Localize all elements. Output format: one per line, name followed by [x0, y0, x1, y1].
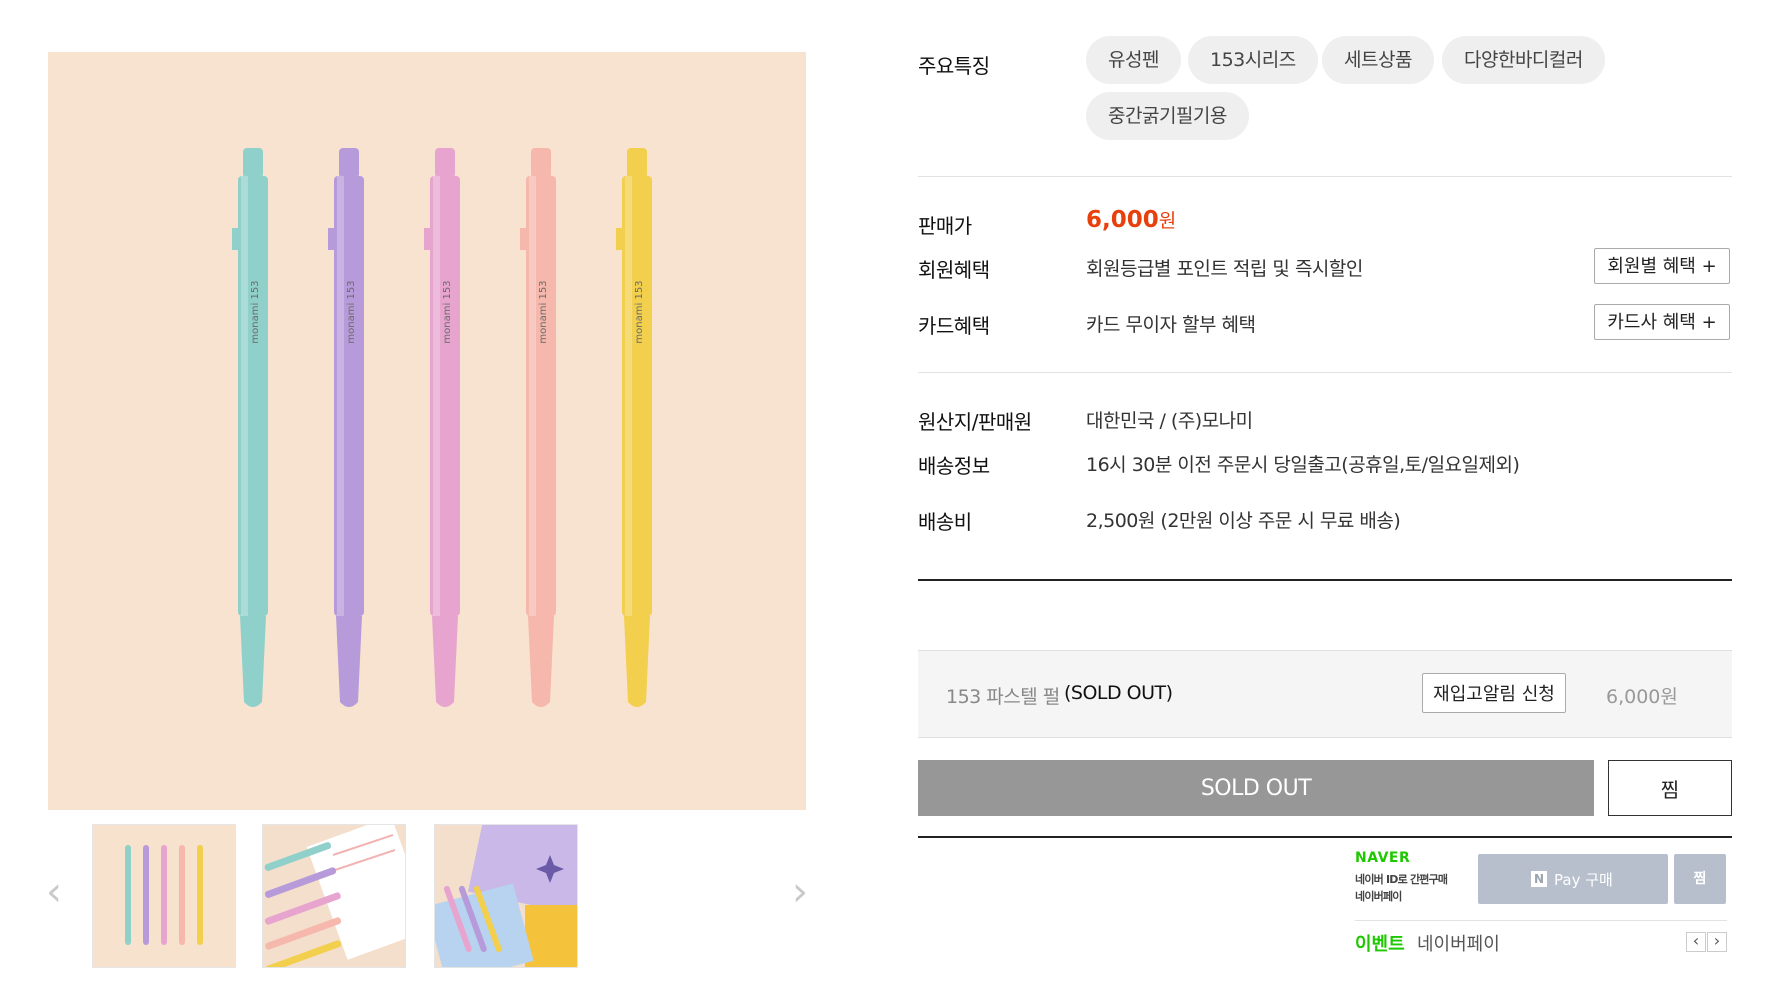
pen-brand-text: monami 153 — [538, 280, 549, 343]
option-name: 153 파스텔 펄 — [946, 686, 1060, 708]
thumb-package-image — [435, 825, 577, 967]
naver-logo: NAVER — [1355, 850, 1411, 866]
price-unit: 원 — [1158, 210, 1177, 232]
pen-brand-text: monami 153 — [634, 280, 645, 343]
thumb-notebook-image — [263, 825, 405, 967]
member-benefit-label: 회원혜택 — [918, 258, 990, 282]
naver-pay-desc-1: 네이버 ID로 간편구매 — [1355, 873, 1448, 886]
card-benefit-button[interactable]: 카드사 혜택 + — [1594, 304, 1730, 340]
thumbnail-2[interactable] — [262, 824, 406, 968]
naver-event-label: 이벤트 — [1355, 934, 1405, 955]
pens-illustration: monami 153 monami 153 monami 153 monami 153… — [48, 52, 806, 810]
member-benefit-text: 회원등급별 포인트 적립 및 즉시할인 — [1086, 258, 1363, 280]
divider — [918, 176, 1732, 177]
gallery-prev-arrow[interactable]: ‹ — [46, 872, 70, 912]
section-divider — [918, 836, 1732, 838]
naver-event-prev-button[interactable]: ‹ — [1686, 932, 1706, 952]
thumbnail-3[interactable] — [434, 824, 578, 968]
feature-tag: 다양한바디컬러 — [1442, 36, 1605, 84]
pen-brand-text: monami 153 — [250, 280, 261, 343]
origin-text: 대한민국 / (주)모나미 — [1086, 410, 1253, 432]
option-price: 6,000원 — [1606, 686, 1678, 708]
sold-out-button[interactable]: SOLD OUT — [918, 760, 1594, 816]
thumb-pens-image — [93, 825, 235, 967]
member-benefit-button[interactable]: 회원별 혜택 + — [1594, 248, 1730, 284]
divider — [1355, 920, 1727, 921]
gallery-next-arrow[interactable]: › — [792, 872, 816, 912]
shipping-info-label: 배송정보 — [918, 454, 990, 478]
feature-tag: 153시리즈 — [1188, 36, 1318, 84]
wish-button[interactable]: 찜 — [1608, 760, 1732, 816]
naver-event-text: 네이버페이 — [1417, 934, 1500, 955]
card-benefit-label: 카드혜택 — [918, 314, 990, 338]
naver-pay-button[interactable]: N Pay 구매 — [1478, 854, 1668, 904]
feature-tag: 중간굵기필기용 — [1086, 92, 1249, 140]
thumbnail-1[interactable] — [92, 824, 236, 968]
divider — [918, 372, 1732, 373]
pen-brand-text: monami 153 — [442, 280, 453, 343]
features-label: 주요특징 — [918, 54, 990, 78]
main-product-image: monami 153 monami 153 monami 153 monami 153… — [48, 52, 806, 810]
restock-alert-button[interactable]: 재입고알림 신청 — [1422, 673, 1566, 713]
price-label: 판매가 — [918, 214, 972, 238]
price-amount: 6,000 — [1086, 207, 1159, 233]
feature-tag: 세트상품 — [1322, 36, 1434, 84]
selected-option-row: 153 파스텔 펄 (SOLD OUT) 재입고알림 신청 6,000원 — [918, 650, 1732, 738]
naver-pay-label: Pay 구매 — [1554, 871, 1613, 889]
card-benefit-text: 카드 무이자 할부 혜택 — [1086, 314, 1256, 336]
naver-wish-button[interactable]: 찜 — [1674, 854, 1726, 904]
shipping-fee-text: 2,500원 (2만원 이상 주문 시 무료 배송) — [1086, 510, 1401, 532]
option-status: (SOLD OUT) — [1064, 682, 1173, 704]
section-divider — [918, 579, 1732, 581]
pen-brand-text: monami 153 — [346, 280, 357, 343]
naver-n-icon: N — [1531, 871, 1547, 887]
feature-tag: 유성펜 — [1086, 36, 1181, 84]
shipping-info-text: 16시 30분 이전 주문시 당일출고(공휴일,토/일요일제외) — [1086, 454, 1520, 476]
shipping-fee-label: 배송비 — [918, 510, 972, 534]
naver-pay-desc-2: 네이버페이 — [1355, 890, 1402, 903]
naver-event-next-button[interactable]: › — [1707, 932, 1727, 952]
origin-label: 원산지/판매원 — [918, 410, 1032, 434]
price-value: 6,000원 — [1086, 206, 1176, 233]
